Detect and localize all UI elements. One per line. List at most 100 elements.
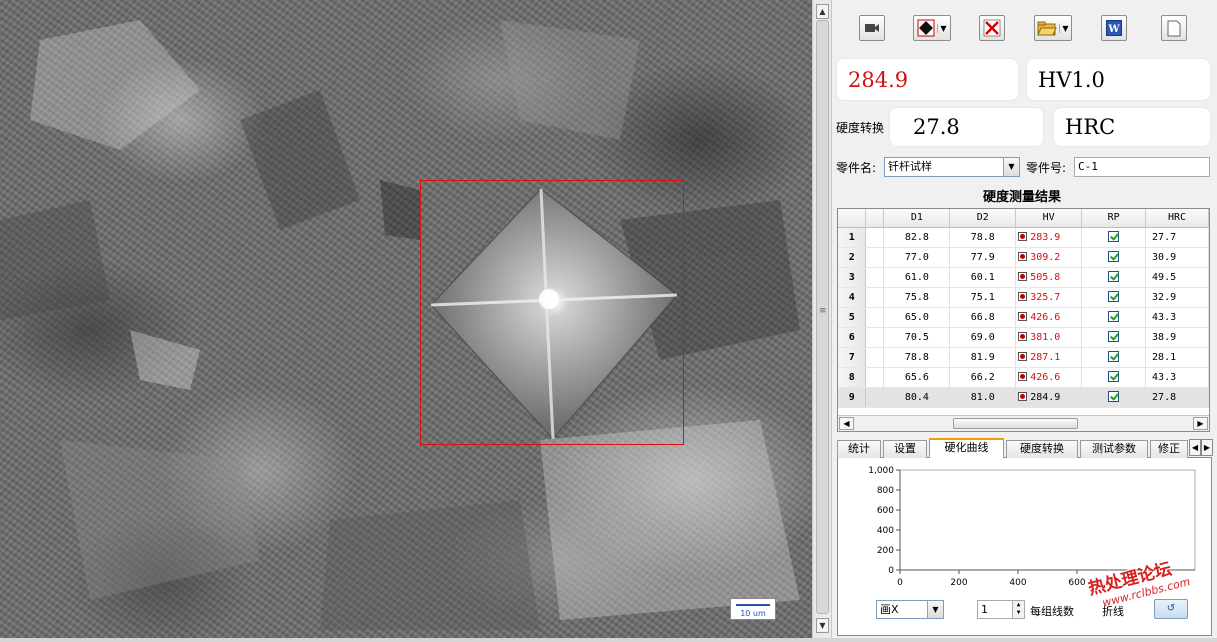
rp-checkbox-icon[interactable]	[1108, 331, 1120, 342]
cell-d2[interactable]: 75.1	[949, 287, 1017, 308]
tab-test-parameters[interactable]: 测试参数	[1080, 440, 1148, 458]
rp-checkbox-icon[interactable]	[1108, 391, 1120, 402]
rp-checkbox-icon[interactable]	[1108, 231, 1120, 242]
row-number[interactable]: 2	[838, 247, 867, 268]
row-number[interactable]: 5	[838, 307, 867, 328]
row-number[interactable]: 1	[838, 227, 867, 248]
cell-d1[interactable]: 75.8	[883, 287, 951, 308]
cell-rp[interactable]	[1081, 267, 1147, 288]
tab-hardening-curve[interactable]: 硬化曲线	[929, 438, 1004, 459]
open-button[interactable]: ▼	[1034, 15, 1072, 41]
export-word-button[interactable]: W	[1101, 15, 1127, 41]
cell-d2[interactable]: 81.9	[949, 347, 1017, 368]
table-row[interactable]: 9 80.4 81.0 284.9 27.8	[838, 387, 1209, 408]
column-header-d1[interactable]: D1	[883, 209, 951, 228]
converted-scale-display[interactable]: HRC	[1053, 107, 1211, 147]
vertical-scrollbar[interactable]: ▲ ≡ ▼	[812, 0, 832, 638]
scroll-right-button[interactable]: ▶	[1193, 417, 1208, 430]
cell-hv[interactable]: 309.2	[1015, 247, 1083, 268]
cell-d2[interactable]: 77.9	[949, 247, 1017, 268]
spinner-arrows-icon[interactable]: ▲ ▼	[1012, 601, 1024, 618]
column-header-hrc[interactable]: HRC	[1145, 209, 1209, 228]
cell-rp[interactable]	[1081, 327, 1147, 348]
table-row[interactable]: 5 65.0 66.8 426.6 43.3	[838, 307, 1209, 328]
tab-correction[interactable]: 修正	[1150, 440, 1188, 458]
splitter-grip-icon[interactable]: ≡	[819, 306, 827, 316]
scroll-left-button[interactable]: ◀	[839, 417, 854, 430]
tab-scroll-left-icon[interactable]: ◀	[1189, 439, 1201, 456]
scroll-thumb[interactable]	[816, 20, 829, 614]
part-number-input[interactable]: C-1	[1074, 157, 1210, 177]
delete-button[interactable]	[979, 15, 1005, 41]
chevron-down-icon[interactable]: ▼	[1003, 158, 1019, 176]
cell-d1[interactable]: 77.0	[883, 247, 951, 268]
cell-hv[interactable]: 325.7	[1015, 287, 1083, 308]
hardness-scale-display[interactable]: HV1.0	[1026, 58, 1211, 101]
new-document-button[interactable]	[1161, 15, 1187, 41]
cell-d1[interactable]: 78.8	[883, 347, 951, 368]
cell-rp[interactable]	[1081, 387, 1147, 408]
lines-per-group-spinner[interactable]: 1 ▲ ▼	[977, 600, 1025, 619]
cell-rp[interactable]	[1081, 347, 1147, 368]
cell-rp[interactable]	[1081, 307, 1147, 328]
cell-hv[interactable]: 505.8	[1015, 267, 1083, 288]
cell-hrc[interactable]: 32.9	[1145, 287, 1209, 308]
cell-rp[interactable]	[1081, 227, 1147, 248]
table-row[interactable]: 7 78.8 81.9 287.1 28.1	[838, 347, 1209, 368]
table-row[interactable]: 3 61.0 60.1 505.8 49.5	[838, 267, 1209, 288]
table-row[interactable]: 8 65.6 66.2 426.6 43.3	[838, 367, 1209, 388]
chevron-down-icon[interactable]: ▼	[937, 23, 947, 33]
cell-hv[interactable]: 426.6	[1015, 367, 1083, 388]
scroll-up-button[interactable]: ▲	[816, 4, 829, 19]
cell-hv[interactable]: 381.0	[1015, 327, 1083, 348]
cell-d1[interactable]: 80.4	[883, 387, 951, 408]
cell-hrc[interactable]: 28.1	[1145, 347, 1209, 368]
row-number[interactable]: 9	[838, 387, 867, 408]
cell-hrc[interactable]: 30.9	[1145, 247, 1209, 268]
cell-d2[interactable]: 60.1	[949, 267, 1017, 288]
tab-settings[interactable]: 设置	[883, 440, 927, 458]
chevron-down-icon[interactable]: ▼	[1059, 23, 1069, 33]
cell-d1[interactable]: 70.5	[883, 327, 951, 348]
table-row[interactable]: 2 77.0 77.9 309.2 30.9	[838, 247, 1209, 268]
draw-mode-select[interactable]: 画X ▼	[876, 600, 944, 619]
measure-mode-button[interactable]: ▼	[913, 15, 951, 41]
tab-scroll-right-icon[interactable]: ▶	[1201, 439, 1213, 456]
row-number[interactable]: 7	[838, 347, 867, 368]
cell-hv[interactable]: 287.1	[1015, 347, 1083, 368]
cell-hrc[interactable]: 38.9	[1145, 327, 1209, 348]
row-number[interactable]: 4	[838, 287, 867, 308]
cell-d1[interactable]: 65.0	[883, 307, 951, 328]
cell-d1[interactable]: 65.6	[883, 367, 951, 388]
part-name-select[interactable]: 钎杆试样 ▼	[884, 157, 1020, 177]
cell-d2[interactable]: 78.8	[949, 227, 1017, 248]
column-header-d2[interactable]: D2	[949, 209, 1017, 228]
column-header-rp[interactable]: RP	[1081, 209, 1147, 228]
scroll-thumb[interactable]	[953, 418, 1078, 429]
rp-checkbox-icon[interactable]	[1108, 251, 1120, 262]
cell-rp[interactable]	[1081, 367, 1147, 388]
cell-d2[interactable]: 66.8	[949, 307, 1017, 328]
cell-hv[interactable]: 426.6	[1015, 307, 1083, 328]
table-row[interactable]: 1 82.8 78.8 283.9 27.7	[838, 227, 1209, 248]
results-grid[interactable]: D1 D2 HV RP HRC 1 82.8 78.8 283.9 27.7 2 77.0 7…	[837, 208, 1210, 432]
camera-button[interactable]	[859, 15, 885, 41]
cell-d2[interactable]: 81.0	[949, 387, 1017, 408]
rp-checkbox-icon[interactable]	[1108, 371, 1120, 382]
row-number[interactable]: 6	[838, 327, 867, 348]
micrograph-view[interactable]: 10 um	[0, 0, 812, 638]
measurement-frame[interactable]	[420, 180, 684, 445]
cell-rp[interactable]	[1081, 287, 1147, 308]
rp-checkbox-icon[interactable]	[1108, 311, 1120, 322]
tab-statistics[interactable]: 统计	[837, 440, 881, 458]
cell-hrc[interactable]: 43.3	[1145, 307, 1209, 328]
chevron-down-icon[interactable]: ▼	[927, 601, 943, 618]
cell-d1[interactable]: 61.0	[883, 267, 951, 288]
cell-d1[interactable]: 82.8	[883, 227, 951, 248]
cell-hrc[interactable]: 27.8	[1145, 387, 1209, 408]
cell-hrc[interactable]: 27.7	[1145, 227, 1209, 248]
cell-hv[interactable]: 283.9	[1015, 227, 1083, 248]
cell-d2[interactable]: 66.2	[949, 367, 1017, 388]
cell-hrc[interactable]: 49.5	[1145, 267, 1209, 288]
rp-checkbox-icon[interactable]	[1108, 271, 1120, 282]
